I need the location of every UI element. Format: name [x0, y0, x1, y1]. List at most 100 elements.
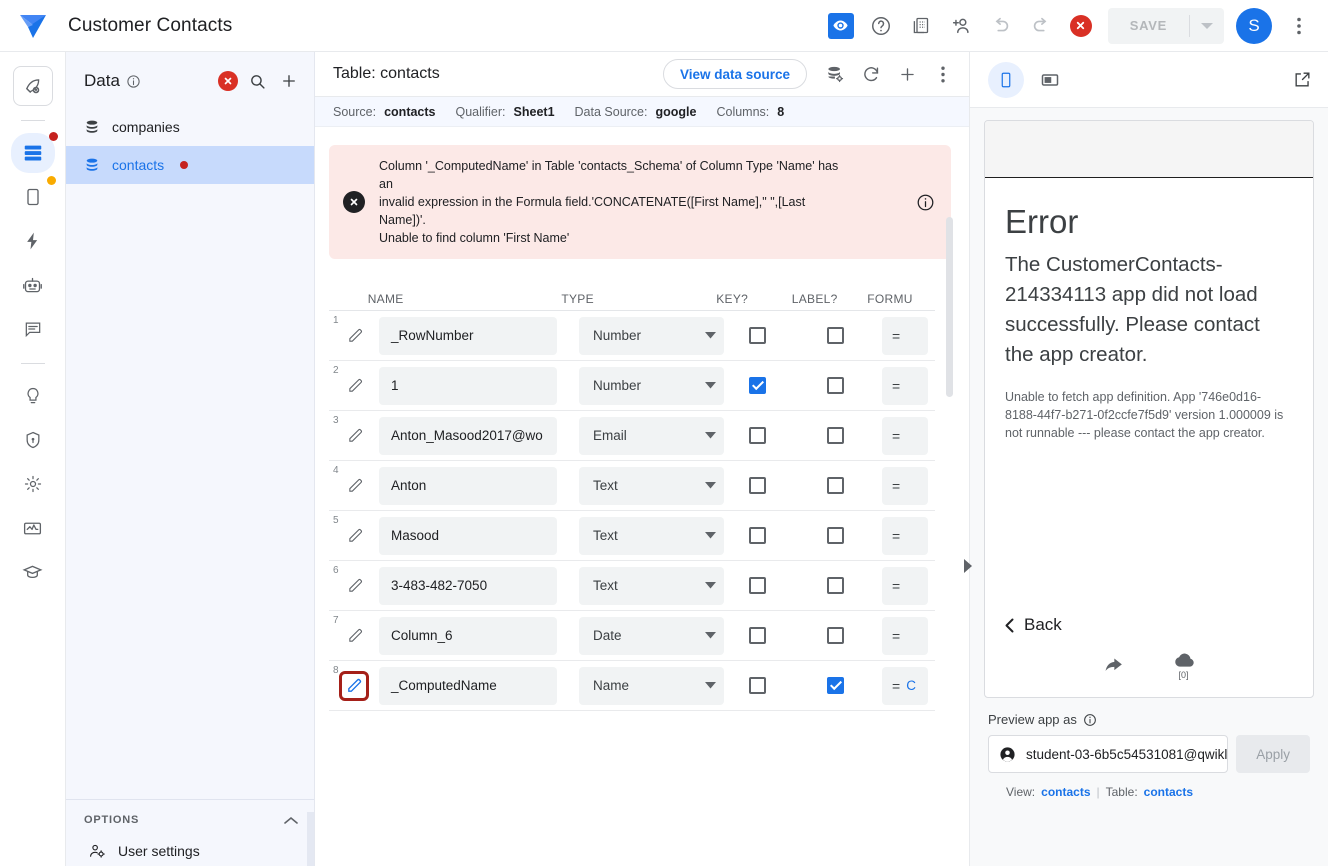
view-data-source-button[interactable]: View data source — [662, 59, 807, 89]
column-name-input[interactable]: Masood — [379, 516, 557, 555]
column-type-select[interactable]: Number — [579, 366, 724, 405]
column-type-select[interactable]: Text — [579, 516, 724, 555]
table-link[interactable]: contacts — [1144, 785, 1193, 799]
info-icon[interactable] — [1083, 713, 1097, 727]
column-type-select[interactable]: Text — [579, 466, 724, 505]
sidebar-scrollbar[interactable] — [307, 812, 314, 866]
info-icon[interactable] — [916, 193, 939, 212]
error-circle-icon[interactable] — [218, 71, 238, 91]
column-type-select[interactable]: Date — [579, 616, 724, 655]
shield-icon[interactable] — [13, 420, 53, 460]
pencil-icon[interactable] — [341, 522, 369, 550]
formula-cell[interactable]: = — [882, 516, 928, 555]
column-type-select[interactable]: Name — [579, 666, 724, 705]
column-type-select[interactable]: Text — [579, 566, 724, 605]
plus-icon[interactable] — [891, 58, 923, 90]
column-name-input[interactable]: Column_6 — [379, 616, 557, 655]
key-checkbox[interactable] — [749, 677, 766, 694]
more-vert-icon[interactable] — [927, 58, 959, 90]
graduation-cap-icon[interactable] — [13, 552, 53, 592]
key-checkbox[interactable] — [749, 477, 766, 494]
help-circle-icon[interactable] — [862, 7, 900, 45]
pencil-icon[interactable] — [341, 422, 369, 450]
refresh-icon[interactable] — [855, 58, 887, 90]
label-checkbox[interactable] — [827, 677, 844, 694]
key-checkbox[interactable] — [749, 627, 766, 644]
formula-cell[interactable]: = — [882, 466, 928, 505]
tablet-icon[interactable] — [1032, 62, 1068, 98]
intelligence-icon[interactable] — [13, 265, 53, 305]
preview-as-input[interactable]: student-03-6b5c54531081@qwikl — [988, 735, 1229, 773]
key-checkbox[interactable] — [749, 327, 766, 344]
label-checkbox[interactable] — [827, 477, 844, 494]
formula-cell[interactable]: = — [882, 616, 928, 655]
formula-cell[interactable]: = — [882, 566, 928, 605]
plus-icon[interactable] — [276, 68, 302, 94]
search-icon[interactable] — [244, 68, 270, 94]
automation-icon[interactable] — [13, 221, 53, 261]
redo-icon[interactable] — [1022, 7, 1060, 45]
options-header[interactable]: OPTIONS — [84, 814, 298, 826]
label-checkbox[interactable] — [827, 377, 844, 394]
lightbulb-icon[interactable] — [13, 376, 53, 416]
share-arrow-icon[interactable] — [1102, 656, 1125, 676]
info-icon[interactable] — [126, 74, 141, 89]
column-name-input[interactable]: Anton_Masood2017@wo — [379, 416, 557, 455]
database-settings-icon[interactable] — [819, 58, 851, 90]
gear-icon[interactable] — [13, 464, 53, 504]
key-checkbox[interactable] — [749, 577, 766, 594]
pencil-icon[interactable] — [341, 572, 369, 600]
sync-status[interactable]: [0] — [1171, 652, 1196, 680]
apply-button[interactable]: Apply — [1236, 735, 1310, 773]
formula-cell[interactable]: = — [882, 366, 928, 405]
table-scrollbar[interactable] — [946, 217, 953, 397]
key-checkbox[interactable] — [749, 377, 766, 394]
formula-cell[interactable]: = — [882, 316, 928, 355]
column-name-input[interactable]: _RowNumber — [379, 316, 557, 355]
more-vert-icon[interactable] — [1280, 7, 1318, 45]
error-circle-icon[interactable] — [1069, 14, 1092, 37]
sidebar-item-companies[interactable]: companies — [66, 108, 314, 146]
save-button[interactable]: SAVE — [1108, 8, 1189, 44]
column-name-input[interactable]: 3-483-482-7050 — [379, 566, 557, 605]
label-checkbox[interactable] — [827, 427, 844, 444]
phone-icon[interactable] — [988, 61, 1024, 98]
pencil-icon[interactable] — [341, 322, 369, 350]
monitor-icon[interactable] — [13, 508, 53, 548]
avatar[interactable]: S — [1236, 7, 1272, 44]
label-checkbox[interactable] — [827, 627, 844, 644]
copy-app-icon[interactable] — [902, 7, 940, 45]
label-checkbox[interactable] — [827, 327, 844, 344]
sidebar-item-user-settings[interactable]: User settings — [84, 826, 298, 860]
column-type-select[interactable]: Number — [579, 316, 724, 355]
column-type-select[interactable]: Email — [579, 416, 724, 455]
column-name-input[interactable]: _ComputedName — [379, 666, 557, 705]
eye-icon[interactable] — [827, 12, 854, 39]
view-link[interactable]: contacts — [1041, 785, 1090, 799]
preview-back-button[interactable]: Back — [985, 599, 1313, 635]
undo-icon[interactable] — [982, 7, 1020, 45]
chevron-down-icon[interactable] — [1190, 8, 1224, 44]
column-name-input[interactable]: 1 — [379, 366, 557, 405]
pencil-icon[interactable] — [341, 472, 369, 500]
pencil-icon[interactable] — [341, 372, 369, 400]
open-in-new-icon[interactable] — [1293, 70, 1312, 89]
rocket-icon[interactable] — [12, 66, 53, 106]
chat-icon[interactable] — [13, 309, 53, 349]
formula-cell[interactable]: = C — [882, 666, 928, 705]
pencil-icon[interactable] — [341, 622, 369, 650]
add-person-icon[interactable] — [942, 7, 980, 45]
sidebar-item-app[interactable] — [13, 176, 56, 217]
save-button-group[interactable]: SAVE — [1107, 7, 1224, 44]
sidebar-item-data[interactable] — [10, 132, 58, 173]
chevron-up-icon[interactable] — [284, 816, 298, 825]
label-checkbox[interactable] — [827, 527, 844, 544]
label-checkbox[interactable] — [827, 577, 844, 594]
sidebar-item-contacts[interactable]: contacts — [66, 146, 314, 184]
column-name-input[interactable]: Anton — [379, 466, 557, 505]
formula-cell[interactable]: = — [882, 416, 928, 455]
key-checkbox[interactable] — [749, 527, 766, 544]
key-checkbox[interactable] — [749, 427, 766, 444]
caret-right-icon[interactable] — [962, 557, 974, 575]
edit-column-button-highlighted[interactable] — [339, 670, 369, 701]
